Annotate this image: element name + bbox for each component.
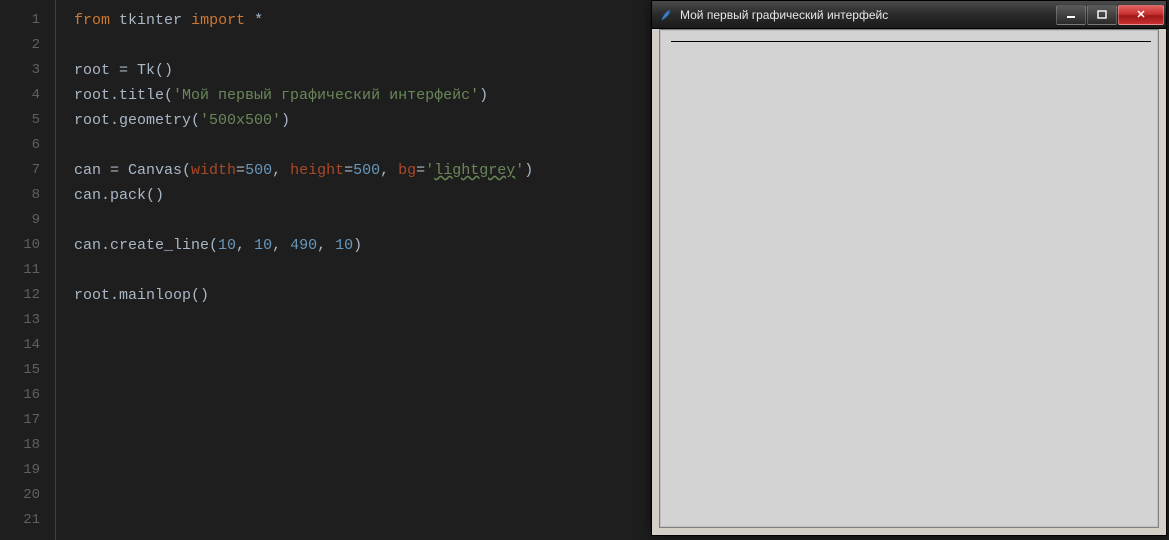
window-titlebar[interactable]: Мой первый графический интерфейс ✕: [652, 1, 1166, 29]
tk-feather-icon: [658, 7, 674, 23]
line-number: 3: [0, 58, 40, 83]
line-number: 9: [0, 208, 40, 233]
close-button[interactable]: ✕: [1118, 5, 1164, 25]
line-number: 21: [0, 508, 40, 533]
maximize-icon: [1097, 10, 1107, 20]
line-number: 13: [0, 308, 40, 333]
line-number: 15: [0, 358, 40, 383]
line-number: 12: [0, 283, 40, 308]
line-number: 20: [0, 483, 40, 508]
window-title: Мой первый графический интерфейс: [680, 8, 1055, 22]
line-number: 16: [0, 383, 40, 408]
minimize-button[interactable]: [1056, 5, 1086, 25]
tkinter-window[interactable]: Мой первый графический интерфейс ✕: [651, 0, 1167, 536]
line-number: 10: [0, 233, 40, 258]
line-number-gutter: 1 2 3 4 5 6 7 8 9 10 11 12 13 14 15 16 1…: [0, 0, 55, 540]
close-icon: ✕: [1136, 8, 1145, 21]
line-number: 18: [0, 433, 40, 458]
line-number: 4: [0, 83, 40, 108]
line-number: 6: [0, 133, 40, 158]
maximize-button[interactable]: [1087, 5, 1117, 25]
tk-client-area: [659, 29, 1159, 528]
window-controls: ✕: [1055, 5, 1164, 25]
minimize-icon: [1066, 10, 1076, 20]
line-number: 17: [0, 408, 40, 433]
line-number: 11: [0, 258, 40, 283]
tk-canvas: [661, 31, 1157, 526]
line-number: 8: [0, 183, 40, 208]
canvas-drawn-line: [671, 41, 1151, 42]
line-number: 5: [0, 108, 40, 133]
line-number: 1: [0, 8, 40, 33]
line-number: 2: [0, 33, 40, 58]
line-number: 7: [0, 158, 40, 183]
line-number: 14: [0, 333, 40, 358]
line-number: 19: [0, 458, 40, 483]
